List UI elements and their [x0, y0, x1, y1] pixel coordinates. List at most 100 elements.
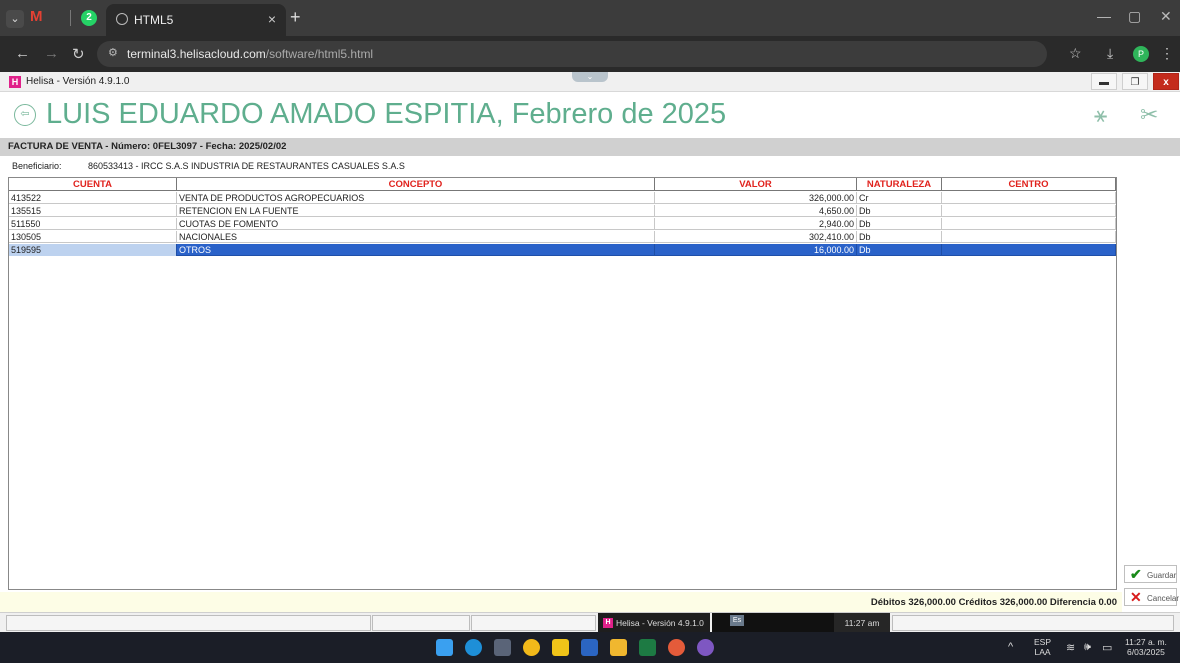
status-cell	[6, 615, 371, 631]
calculator-icon[interactable]	[494, 639, 511, 656]
keyboard-lang: Es	[730, 615, 744, 626]
forward-icon[interactable]: →	[44, 45, 59, 62]
task-label: Helisa - Versión 4.9.1.0	[616, 618, 704, 628]
wifi-icon[interactable]: ≋	[1066, 641, 1075, 654]
document-info: FACTURA DE VENTA - Número: 0FEL3097 - Fe…	[8, 141, 287, 152]
excel-icon[interactable]	[639, 639, 656, 656]
helisa-task-button[interactable]: H Helisa - Versión 4.9.1.0	[598, 613, 710, 633]
cancel-button-label: Cancelar	[1147, 594, 1180, 603]
checkmark-icon: ✔	[1130, 566, 1142, 582]
sticky-notes-icon[interactable]	[552, 639, 569, 656]
cell-cuenta[interactable]: 519595	[9, 244, 177, 256]
accounts-grid[interactable]: CUENTA CONCEPTO VALOR NATURALEZA CENTRO …	[8, 177, 1117, 590]
table-row[interactable]: 413522 VENTA DE PRODUCTOS AGROPECUARIOS …	[9, 192, 1116, 204]
column-header-centro[interactable]: CENTRO	[942, 178, 1116, 191]
column-header-valor[interactable]: VALOR	[655, 178, 857, 191]
chrome-profile-icon[interactable]	[668, 639, 685, 656]
tray-chevron-icon[interactable]: ^	[1008, 641, 1013, 653]
download-icon[interactable]: ⤓	[1107, 45, 1113, 62]
collapse-chevron-icon[interactable]: ⌄	[572, 72, 608, 82]
table-row[interactable]: 135515 RETENCION EN LA FUENTE 4,650.00 D…	[9, 205, 1116, 217]
cell-valor[interactable]: 302,410.00	[655, 231, 857, 243]
windows-start-icon[interactable]	[436, 639, 453, 656]
beneficiary-value: 860533413 - IRCC S.A.S INDUSTRIA DE REST…	[88, 161, 405, 171]
status-cell	[471, 615, 596, 631]
tab-search-chevron-icon[interactable]: ⌄	[6, 10, 24, 28]
profile-avatar[interactable]: P	[1133, 46, 1149, 62]
cell-cuenta[interactable]: 511550	[9, 218, 177, 230]
status-bar: H Helisa - Versión 4.9.1.0 Es 11:27 am	[0, 612, 1180, 633]
cell-centro[interactable]	[942, 192, 1116, 204]
close-window-icon[interactable]: ✕	[1160, 8, 1172, 25]
table-row[interactable]: 130505 NACIONALES 302,410.00 Db	[9, 231, 1116, 243]
cell-concepto[interactable]: RETENCION EN LA FUENTE	[177, 205, 655, 217]
cross-icon: ✕	[1130, 589, 1142, 605]
cell-concepto[interactable]: VENTA DE PRODUCTOS AGROPECUARIOS	[177, 192, 655, 204]
helisa-logo-icon: H	[9, 76, 21, 88]
tools-icon[interactable]: ✂	[1140, 102, 1158, 128]
menu-dots-icon[interactable]: ⋮	[1160, 45, 1174, 62]
chrome-canary-icon[interactable]	[697, 639, 714, 656]
tray-date: 6/03/2025	[1127, 647, 1165, 657]
cell-centro[interactable]	[942, 231, 1116, 243]
edge-icon[interactable]	[465, 639, 482, 656]
reload-icon[interactable]: ↻	[72, 45, 85, 63]
cell-valor[interactable]: 16,000.00	[655, 244, 857, 256]
bookmark-star-icon[interactable]: ☆	[1069, 45, 1082, 62]
cell-valor[interactable]: 4,650.00	[655, 205, 857, 217]
cell-centro[interactable]	[942, 205, 1116, 217]
cell-concepto[interactable]: NACIONALES	[177, 231, 655, 243]
gmail-icon[interactable]: M	[30, 8, 43, 25]
cell-cuenta[interactable]: 413522	[9, 192, 177, 204]
chrome-icon[interactable]	[523, 639, 540, 656]
app-restore-button[interactable]: ❐	[1122, 73, 1148, 90]
helisa-logo-icon: H	[603, 618, 613, 628]
cell-centro[interactable]	[942, 218, 1116, 230]
column-header-cuenta[interactable]: CUENTA	[9, 178, 177, 191]
tray-clock[interactable]: 11:27 a. m. 6/03/2025	[1125, 637, 1167, 657]
network-icon[interactable]: ⚹	[1094, 102, 1107, 128]
cell-naturaleza[interactable]: Db	[857, 218, 942, 230]
whatsapp-icon[interactable]: 2	[81, 10, 97, 26]
save-button-label: Guardar	[1147, 571, 1177, 580]
back-circle-icon[interactable]: ⇦	[14, 104, 36, 126]
save-button[interactable]: ✔ Guardar	[1124, 565, 1177, 583]
tab-html5[interactable]: HTML5 ×	[106, 4, 286, 36]
cell-naturaleza[interactable]: Cr	[857, 192, 942, 204]
restore-icon[interactable]: ▢	[1128, 8, 1141, 25]
address-bar[interactable]: ⚙ terminal3.helisacloud.com/software/htm…	[97, 41, 1047, 67]
battery-icon[interactable]: ▭	[1102, 641, 1112, 654]
globe-icon	[116, 13, 128, 25]
site-info-icon[interactable]: ⚙	[108, 46, 118, 59]
cell-naturaleza[interactable]: Db	[857, 231, 942, 243]
volume-icon[interactable]: 🕪	[1084, 641, 1091, 654]
cell-concepto[interactable]: CUOTAS DE FOMENTO	[177, 218, 655, 230]
column-header-concepto[interactable]: CONCEPTO	[177, 178, 655, 191]
app-minimize-button[interactable]: ▬	[1091, 73, 1117, 90]
cell-cuenta[interactable]: 135515	[9, 205, 177, 217]
cell-centro[interactable]	[942, 244, 1116, 256]
app-close-button[interactable]: x	[1153, 73, 1179, 90]
close-tab-icon[interactable]: ×	[268, 11, 276, 27]
cell-valor[interactable]: 2,940.00	[655, 218, 857, 230]
minimize-icon[interactable]: —	[1097, 8, 1111, 24]
cell-concepto[interactable]: OTROS	[177, 244, 655, 256]
tray-time: 11:27 a. m.	[1125, 637, 1167, 647]
file-explorer-icon[interactable]	[610, 639, 627, 656]
cell-naturaleza[interactable]: Db	[857, 244, 942, 256]
cell-naturaleza[interactable]: Db	[857, 205, 942, 217]
back-icon[interactable]: ←	[15, 45, 30, 62]
totals-text: Débitos 326,000.00 Créditos 326,000.00 D…	[870, 597, 1117, 608]
column-header-naturaleza[interactable]: NATURALEZA	[857, 178, 942, 191]
cancel-button[interactable]: ✕ Cancelar	[1124, 588, 1180, 606]
profile-initial: P	[1137, 49, 1144, 59]
new-tab-icon[interactable]: +	[290, 7, 301, 28]
tab-title: HTML5	[134, 13, 174, 27]
cell-valor[interactable]: 326,000.00	[655, 192, 857, 204]
beneficiary-row: Beneficiario: 860533413 - IRCC S.A.S IND…	[12, 161, 405, 171]
cell-cuenta[interactable]: 130505	[9, 231, 177, 243]
word-icon[interactable]	[581, 639, 598, 656]
table-row-selected[interactable]: 519595 OTROS 16,000.00 Db	[9, 244, 1116, 256]
table-row[interactable]: 511550 CUOTAS DE FOMENTO 2,940.00 Db	[9, 218, 1116, 230]
language-indicator[interactable]: ESP LAA	[1034, 637, 1051, 657]
